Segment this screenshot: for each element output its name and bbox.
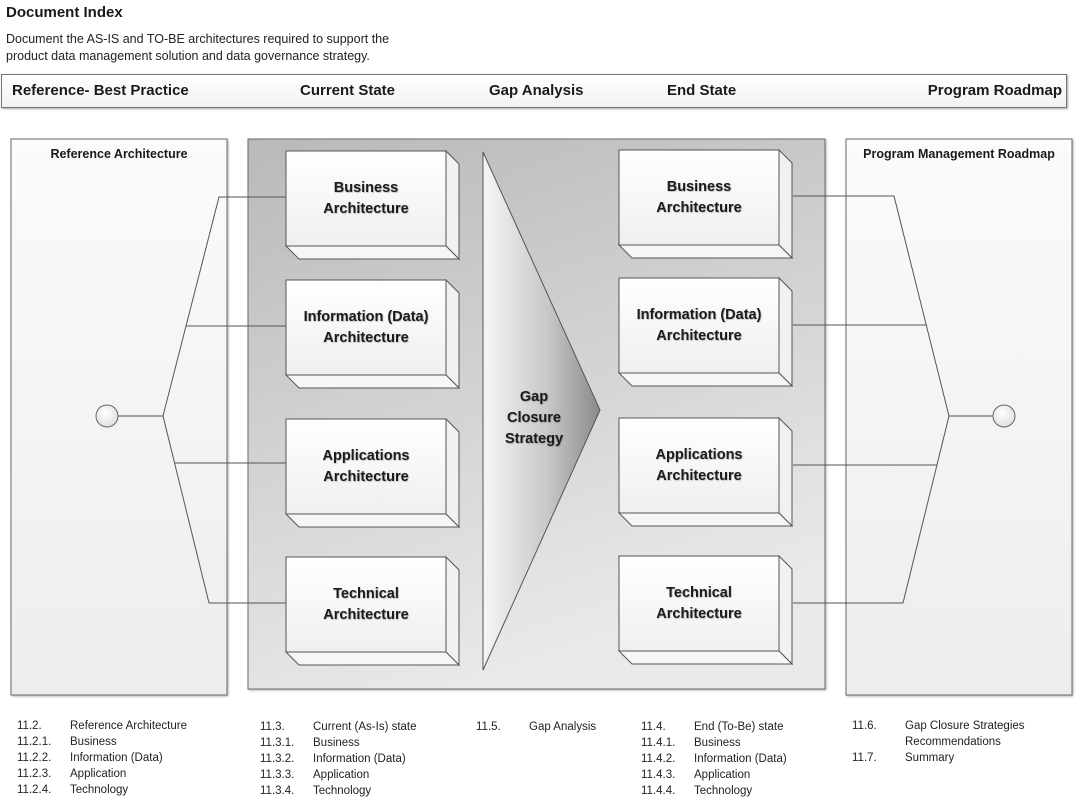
arrow-label-line-2: Closure (507, 410, 561, 426)
end-state-box-label: Business (667, 179, 731, 195)
index-entry: 11.6. Gap Closure Strategies (852, 718, 1025, 734)
end-state-box: Information (Data) Architecture (617, 276, 794, 388)
index-entry-number: 11.3.1. (260, 737, 295, 749)
index-column-summary: 11.6. Gap Closure Strategies Recommendatio… (852, 718, 1025, 766)
current-state-box: Business Architecture (284, 149, 461, 261)
current-state-box: Applications Architecture (284, 417, 461, 529)
arrow-label-line-1: Gap (520, 389, 548, 405)
index-entry: 11.3.2. Information (Data) (260, 751, 417, 767)
index-entry-label: Gap Closure Strategies (905, 720, 1025, 732)
index-entry: 11.2.2. Information (Data) (17, 750, 187, 766)
index-entry-number: 11.4.4. (641, 785, 676, 797)
index-entry: 11.5. Gap Analysis (476, 719, 596, 735)
index-entry-number: 11.2.2. (17, 752, 52, 764)
index-column-gap-analysis: 11.5. Gap Analysis (476, 719, 596, 735)
index-entry-number: 11.3.4. (260, 785, 295, 797)
index-entry: 11.2. Reference Architecture (17, 718, 187, 734)
index-entry: 11.4.4. Technology (641, 783, 787, 799)
index-entry: 11.4.1. Business (641, 735, 787, 751)
index-entry-number: 11.4. (641, 721, 666, 733)
index-column-reference: 11.2. Reference Architecture 11.2.1. Busine… (17, 718, 187, 798)
current-state-box-label: Information (Data) (304, 309, 429, 325)
index-entry-label: Summary (905, 752, 955, 764)
architecture-diagram: Reference Architecture Program Managemen… (10, 138, 1073, 696)
current-state-box-label: Architecture (323, 469, 408, 485)
index-entry-number: 11.3.2. (260, 753, 295, 765)
index-column-end-state: 11.4. End (To-Be) state 11.4.1. Business 11.… (641, 719, 787, 799)
index-entry-number (852, 734, 905, 750)
index-entry-label: Information (Data) (694, 753, 787, 765)
index-entry-number: 11.4.2. (641, 753, 676, 765)
current-state-box-label: Architecture (323, 201, 408, 217)
index-entry-number: 11.4.3. (641, 769, 676, 781)
index-entry: 11.7. Summary (852, 750, 1025, 766)
index-entry-number: 11.3. (260, 721, 285, 733)
end-state-box-label: Information (Data) (637, 307, 762, 323)
index-entry: 11.3. Current (As-Is) state (260, 719, 417, 735)
index-entry: 11.3.3. Application (260, 767, 417, 783)
index-entry: 11.4.2. Information (Data) (641, 751, 787, 767)
index-entry-label: Business (313, 737, 360, 749)
index-entry: 11.3.1. Business (260, 735, 417, 751)
index-entry-label: Application (313, 769, 370, 781)
index-entry-label: Information (Data) (70, 752, 163, 764)
end-state-box-label: Technical (666, 585, 732, 601)
end-state-box: Technical Architecture (617, 554, 794, 666)
arrow-label-line-3: Strategy (505, 431, 563, 447)
index-entry-label: Technology (70, 784, 129, 796)
reference-architecture-panel: Reference Architecture (10, 138, 228, 696)
current-state-box: Information (Data) Architecture (284, 278, 461, 390)
index-entry-label: Business (70, 736, 117, 748)
index-entry: 11.2.1. Business (17, 734, 187, 750)
index-entry: 11.4.3. Application (641, 767, 787, 783)
program-management-roadmap-panel: Program Management Roadmap (845, 138, 1073, 696)
index-entry-number: 11.6. (852, 720, 877, 732)
index-entry-number: 11.3.3. (260, 769, 295, 781)
end-state-box: Applications Architecture (617, 416, 794, 528)
index-entry: 11.4. End (To-Be) state (641, 719, 787, 735)
index-entry-label: Business (694, 737, 741, 749)
index-entry-label: Current (As-Is) state (313, 721, 417, 733)
end-state-box-label: Architecture (656, 468, 741, 484)
reference-architecture-title: Reference Architecture (50, 147, 187, 161)
index-entry: Recommendations (852, 734, 1025, 750)
index-entry: 11.3.4. Technology (260, 783, 417, 799)
index-entry-label: Information (Data) (313, 753, 406, 765)
reference-connector-node-icon (95, 404, 119, 428)
index-entry-label: Gap Analysis (529, 721, 597, 733)
index-entry-number: 11.2. (17, 720, 42, 732)
index-entry-number: 11.7. (852, 752, 877, 764)
index-entry-number: 11.2.1. (17, 736, 52, 748)
index-entry-label: Reference Architecture (70, 720, 187, 732)
index-entry-label: End (To-Be) state (694, 721, 784, 733)
end-state-box-label: Architecture (656, 200, 741, 216)
index-entry: 11.2.3. Application (17, 766, 187, 782)
current-state-box-label: Architecture (323, 607, 408, 623)
current-state-box-label: Business (334, 180, 398, 196)
index-entry-number: 11.2.4. (17, 784, 52, 796)
index-entry-number: 11.5. (476, 721, 501, 733)
end-state-box-label: Architecture (656, 328, 741, 344)
current-state-box: Technical Architecture (284, 555, 461, 667)
roadmap-connector-node-icon (992, 404, 1016, 428)
current-state-box-label: Applications (322, 448, 409, 464)
index-entry-label: Technology (313, 785, 372, 797)
current-state-box-label: Architecture (323, 330, 408, 346)
index-entry-label: Application (694, 769, 751, 781)
index-entry-number: 11.2.3. (17, 768, 52, 780)
current-state-box-label: Technical (333, 586, 399, 602)
index-entry: 11.2.4. Technology (17, 782, 187, 798)
index-entry-label: Application (70, 768, 127, 780)
end-state-box-label: Architecture (656, 606, 741, 622)
end-state-box-label: Applications (655, 447, 742, 463)
program-management-roadmap-title: Program Management Roadmap (863, 147, 1055, 161)
index-entry-label: Technology (694, 785, 753, 797)
end-state-box: Business Architecture (617, 148, 794, 260)
index-entry-label: Recommendations (905, 736, 1001, 748)
index-column-current-state: 11.3. Current (As-Is) state 11.3.1. Busines… (260, 719, 417, 799)
index-entry-number: 11.4.1. (641, 737, 676, 749)
